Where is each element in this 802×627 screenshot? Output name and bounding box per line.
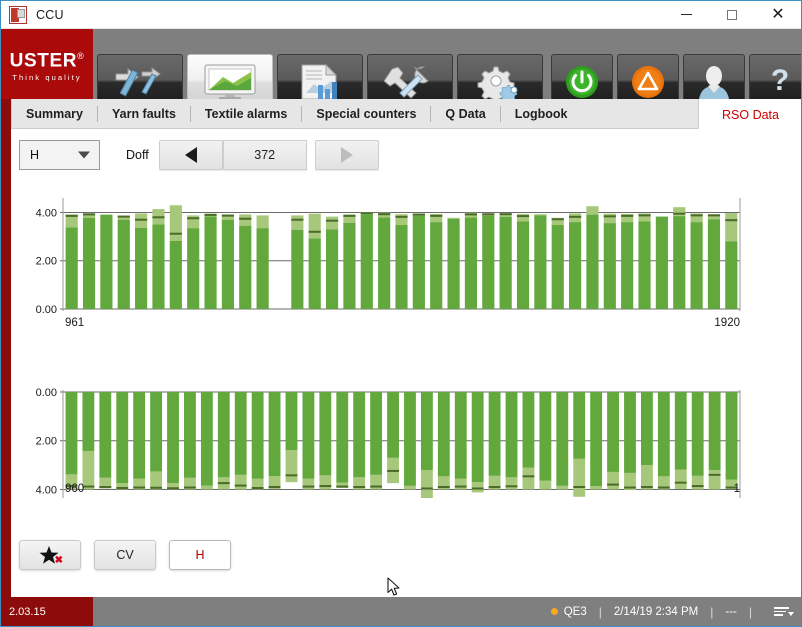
tools-icon xyxy=(384,63,436,101)
help-icon: ? xyxy=(763,63,797,101)
tab-summary[interactable]: Summary xyxy=(12,99,97,129)
content-panel: H Doff 372 0.00 2.00 4.00 961 1920 0.00 2.00 4… xyxy=(11,130,801,597)
logo-name-text: USTER xyxy=(9,50,78,72)
star-remove-mark: ✖ xyxy=(54,555,63,566)
tab-label: Q Data xyxy=(445,106,486,121)
star-x-icon: ✖ xyxy=(38,545,63,566)
mouse-cursor xyxy=(387,577,401,602)
tab-bar: Summary Yarn faults Textile alarms Speci… xyxy=(1,99,801,130)
chevron-down-icon xyxy=(78,151,90,159)
lower-chart-svg: 0.00 2.00 4.00 960 1 xyxy=(36,387,741,498)
user-icon xyxy=(694,63,734,101)
quality-indicator-dot xyxy=(550,608,558,615)
timestamp-label: 2/14/19 2:34 PM xyxy=(613,605,699,618)
status-separator: | xyxy=(748,604,752,619)
svg-text:4.00: 4.00 xyxy=(36,207,57,219)
status-bar: 2.03.15 QE3 | 2/14/19 2:34 PM | --- | xyxy=(1,597,801,626)
svg-text:1: 1 xyxy=(734,483,740,495)
tab-label: Yarn faults xyxy=(111,106,176,121)
svg-text:?: ? xyxy=(771,64,789,97)
close-button[interactable]: ✕ xyxy=(755,1,801,29)
view-select[interactable]: H xyxy=(19,140,100,170)
tab-label: Summary xyxy=(26,106,83,121)
tab-label: Textile alarms xyxy=(204,106,288,121)
version-label: 2.03.15 xyxy=(1,597,93,626)
tab-logbook[interactable]: Logbook xyxy=(501,99,582,129)
status-right-group: QE3 | 2/14/19 2:34 PM | --- | xyxy=(550,604,801,619)
tab-list: Summary Yarn faults Textile alarms Speci… xyxy=(11,99,699,129)
title-bar: CCU ✕ xyxy=(1,1,801,29)
status-separator: | xyxy=(710,604,714,619)
prev-doff-button[interactable] xyxy=(158,140,223,170)
tab-special-counters[interactable]: Special counters xyxy=(302,99,430,129)
app-header: USTER® Think quality ? xyxy=(1,29,801,109)
tab-textile-alarms[interactable]: Textile alarms xyxy=(191,99,301,129)
power-icon xyxy=(563,63,601,101)
maximize-icon xyxy=(727,9,737,20)
machine-setup-icon xyxy=(112,64,168,100)
svg-text:2.00: 2.00 xyxy=(36,256,57,268)
settings-gears-icon xyxy=(474,63,526,101)
status-extra-label: --- xyxy=(725,605,737,618)
window-title: CCU xyxy=(36,7,64,22)
application-window: CCU ✕ USTER® Think quality ? Summary Yar… xyxy=(0,0,802,627)
alarm-warning-icon xyxy=(629,63,667,101)
upper-chart-svg: 0.00 2.00 4.00 961 1920 xyxy=(36,198,741,329)
view-select-value: H xyxy=(30,148,40,162)
minimize-icon xyxy=(680,14,692,15)
status-separator: | xyxy=(598,604,602,619)
uster-logo: USTER® Think quality xyxy=(1,29,93,99)
logo-name: USTER® xyxy=(10,46,85,71)
svg-text:2.00: 2.00 xyxy=(36,436,57,448)
h-button-label: H xyxy=(195,548,205,562)
tab-q-data[interactable]: Q Data xyxy=(431,99,499,129)
registered-mark: ® xyxy=(77,50,85,61)
svg-text:960: 960 xyxy=(65,483,84,495)
tab-yarn-faults[interactable]: Yarn faults xyxy=(98,99,190,129)
cv-button-label: CV xyxy=(116,548,134,562)
quality-indicator-label: QE3 xyxy=(563,605,587,618)
tab-label: Special counters xyxy=(316,106,417,121)
controls-row: H Doff 372 xyxy=(19,140,379,170)
svg-text:1920: 1920 xyxy=(714,317,740,329)
cv-button[interactable]: CV xyxy=(94,540,156,570)
reports-icon xyxy=(292,63,348,101)
tab-label: RSO Data xyxy=(722,107,779,122)
svg-text:0.00: 0.00 xyxy=(36,387,57,399)
app-icon xyxy=(9,5,27,24)
next-doff-button[interactable] xyxy=(314,140,379,170)
doff-value: 372 xyxy=(222,140,307,170)
left-red-strip xyxy=(1,99,11,597)
tab-label: Logbook xyxy=(514,106,568,121)
tab-rso-data[interactable]: RSO Data xyxy=(700,99,801,130)
window-controls: ✕ xyxy=(663,1,801,29)
minimize-button[interactable] xyxy=(663,1,709,29)
svg-text:961: 961 xyxy=(65,317,84,329)
close-icon: ✕ xyxy=(771,5,785,23)
svg-text:0.00: 0.00 xyxy=(36,304,57,316)
list-menu-icon[interactable] xyxy=(774,607,794,616)
favorite-button[interactable]: ✖ xyxy=(19,540,81,570)
monitor-chart-icon xyxy=(201,62,259,102)
bottom-button-group: ✖ CV H xyxy=(19,540,231,570)
logo-tagline: Think quality xyxy=(12,73,82,83)
svg-text:4.00: 4.00 xyxy=(36,484,57,496)
doff-label: Doff xyxy=(126,148,149,162)
maximize-button[interactable] xyxy=(709,1,755,29)
h-button[interactable]: H xyxy=(169,540,231,570)
arrow-right-icon xyxy=(340,147,353,163)
arrow-left-icon xyxy=(184,147,197,163)
upper-chart: 0.00 2.00 4.00 961 1920 xyxy=(11,192,791,332)
lower-chart: 0.00 2.00 4.00 960 1 xyxy=(11,368,791,513)
